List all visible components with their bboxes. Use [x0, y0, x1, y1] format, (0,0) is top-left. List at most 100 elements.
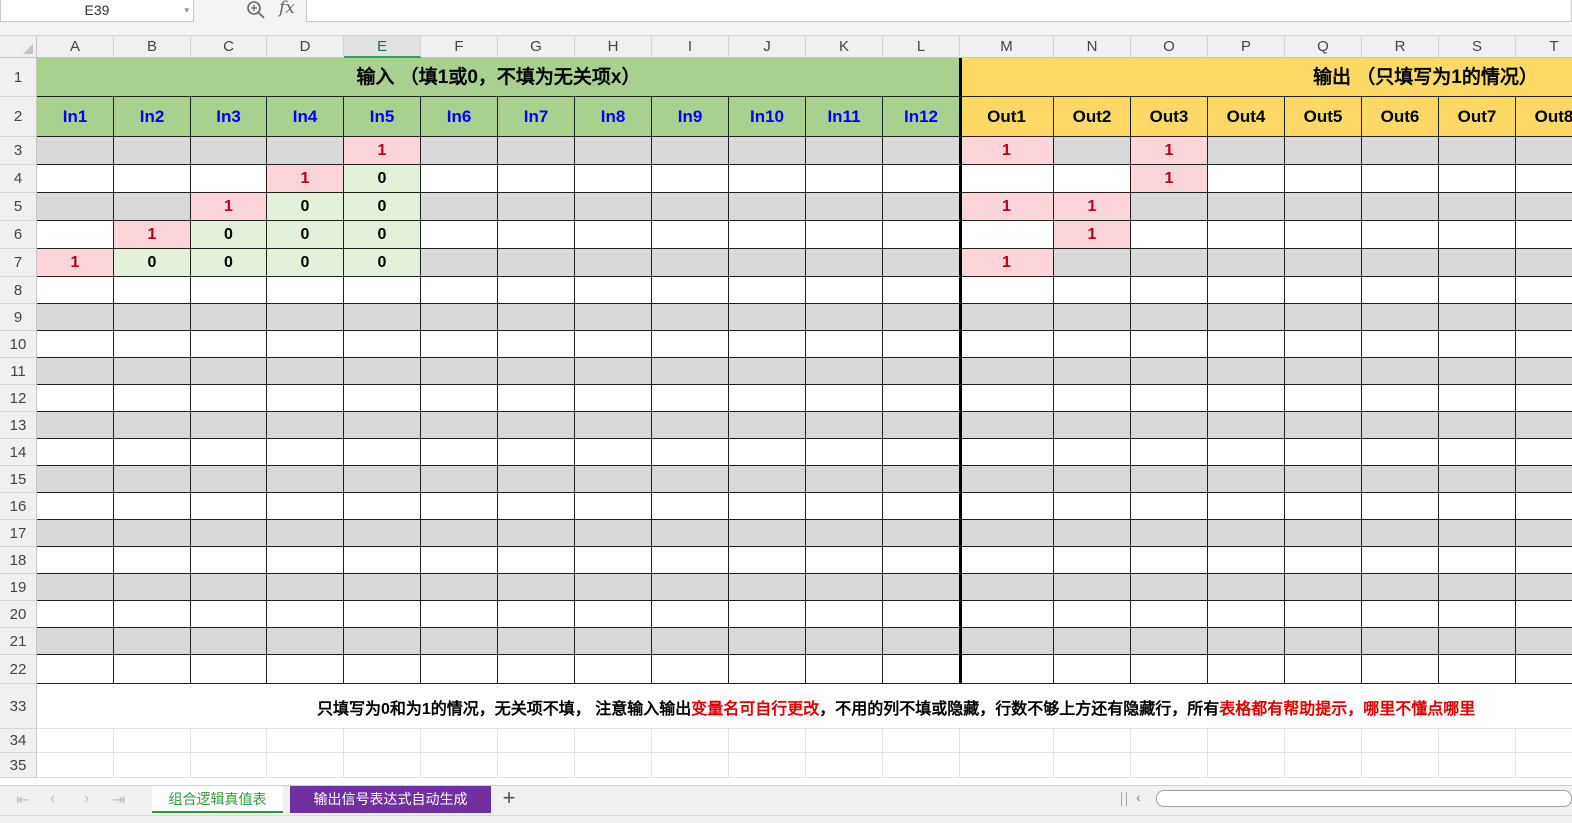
cell-h19[interactable] [575, 574, 652, 601]
cell-p19[interactable] [1208, 574, 1285, 601]
cell-d10[interactable] [267, 331, 344, 358]
cell-r20[interactable] [1362, 601, 1439, 628]
row-header-3[interactable]: 3 [0, 137, 37, 165]
cell-b9[interactable] [114, 304, 191, 331]
cell-c13[interactable] [191, 412, 267, 439]
cell-k14[interactable] [806, 439, 883, 466]
cell-n35[interactable] [1054, 753, 1131, 778]
cell-m18[interactable] [960, 547, 1054, 574]
cell-m17[interactable] [960, 520, 1054, 547]
column-header-o[interactable]: O [1131, 36, 1208, 58]
cell-k34[interactable] [806, 729, 883, 753]
cell-e7[interactable]: 0 [344, 249, 421, 277]
cell-g9[interactable] [498, 304, 575, 331]
input-header-11[interactable]: In11 [806, 97, 883, 137]
cell-g10[interactable] [498, 331, 575, 358]
cell-o22[interactable] [1131, 655, 1208, 684]
input-header-10[interactable]: In10 [729, 97, 806, 137]
cell-b20[interactable] [114, 601, 191, 628]
cell-e5[interactable]: 0 [344, 193, 421, 221]
cell-g4[interactable] [498, 165, 575, 193]
cell-b8[interactable] [114, 277, 191, 304]
cell-b12[interactable] [114, 385, 191, 412]
cell-d3[interactable] [267, 137, 344, 165]
cell-t35[interactable] [1516, 753, 1572, 778]
cell-n21[interactable] [1054, 628, 1131, 655]
cell-o34[interactable] [1131, 729, 1208, 753]
cell-s19[interactable] [1439, 574, 1516, 601]
cell-k16[interactable] [806, 493, 883, 520]
cell-b15[interactable] [114, 466, 191, 493]
column-header-p[interactable]: P [1208, 36, 1285, 58]
output-header-4[interactable]: Out4 [1208, 97, 1285, 137]
cell-t34[interactable] [1516, 729, 1572, 753]
cell-e34[interactable] [344, 729, 421, 753]
cell-f10[interactable] [421, 331, 498, 358]
cell-m34[interactable] [960, 729, 1054, 753]
cell-a34[interactable] [37, 729, 114, 753]
first-sheet-icon[interactable]: ⇤ [16, 790, 29, 810]
input-header-2[interactable]: In2 [114, 97, 191, 137]
cell-c21[interactable] [191, 628, 267, 655]
cell-g12[interactable] [498, 385, 575, 412]
cell-c12[interactable] [191, 385, 267, 412]
cell-s7[interactable] [1439, 249, 1516, 277]
cell-m8[interactable] [960, 277, 1054, 304]
cell-j3[interactable] [729, 137, 806, 165]
cell-d34[interactable] [267, 729, 344, 753]
cell-m6[interactable] [960, 221, 1054, 249]
cell-k18[interactable] [806, 547, 883, 574]
select-all-corner[interactable] [0, 36, 37, 58]
cell-h8[interactable] [575, 277, 652, 304]
cell-d15[interactable] [267, 466, 344, 493]
cell-j17[interactable] [729, 520, 806, 547]
cell-d11[interactable] [267, 358, 344, 385]
cell-f9[interactable] [421, 304, 498, 331]
cell-p3[interactable] [1208, 137, 1285, 165]
cell-b35[interactable] [114, 753, 191, 778]
cell-l21[interactable] [883, 628, 960, 655]
cell-c9[interactable] [191, 304, 267, 331]
cell-p35[interactable] [1208, 753, 1285, 778]
cell-s14[interactable] [1439, 439, 1516, 466]
cell-c4[interactable] [191, 165, 267, 193]
cell-k21[interactable] [806, 628, 883, 655]
cell-r5[interactable] [1362, 193, 1439, 221]
cell-d8[interactable] [267, 277, 344, 304]
cell-e11[interactable] [344, 358, 421, 385]
cell-r4[interactable] [1362, 165, 1439, 193]
row-header-14[interactable]: 14 [0, 439, 37, 466]
cell-p14[interactable] [1208, 439, 1285, 466]
cell-r16[interactable] [1362, 493, 1439, 520]
cell-r11[interactable] [1362, 358, 1439, 385]
cell-b4[interactable] [114, 165, 191, 193]
cell-k11[interactable] [806, 358, 883, 385]
cell-g15[interactable] [498, 466, 575, 493]
cell-n12[interactable] [1054, 385, 1131, 412]
column-header-f[interactable]: F [421, 36, 498, 58]
cell-q9[interactable] [1285, 304, 1362, 331]
cell-i11[interactable] [652, 358, 729, 385]
cell-q11[interactable] [1285, 358, 1362, 385]
cell-m10[interactable] [960, 331, 1054, 358]
cell-i34[interactable] [652, 729, 729, 753]
cell-n9[interactable] [1054, 304, 1131, 331]
cell-a12[interactable] [37, 385, 114, 412]
cell-c20[interactable] [191, 601, 267, 628]
row-header-10[interactable]: 10 [0, 331, 37, 358]
cell-g17[interactable] [498, 520, 575, 547]
cell-l12[interactable] [883, 385, 960, 412]
cell-n4[interactable] [1054, 165, 1131, 193]
cell-h3[interactable] [575, 137, 652, 165]
cell-j8[interactable] [729, 277, 806, 304]
cell-t16[interactable] [1516, 493, 1572, 520]
input-header-5[interactable]: In5 [344, 97, 421, 137]
cell-t19[interactable] [1516, 574, 1572, 601]
cell-l15[interactable] [883, 466, 960, 493]
cell-l13[interactable] [883, 412, 960, 439]
cell-j35[interactable] [729, 753, 806, 778]
cell-m21[interactable] [960, 628, 1054, 655]
cell-n20[interactable] [1054, 601, 1131, 628]
cell-k9[interactable] [806, 304, 883, 331]
cell-i9[interactable] [652, 304, 729, 331]
